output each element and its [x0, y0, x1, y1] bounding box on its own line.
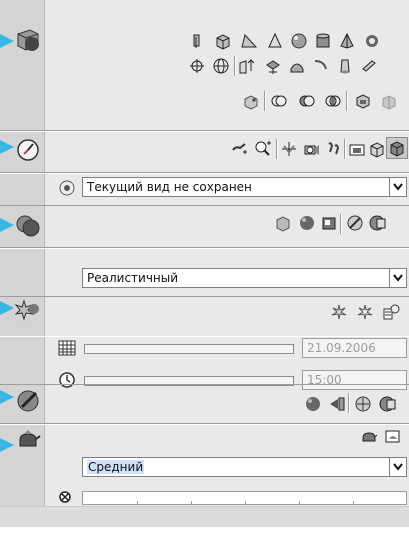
solidedit-icon[interactable]	[380, 92, 398, 110]
realistic-style-icon[interactable]	[298, 214, 316, 232]
view-cube-shaded-icon	[390, 141, 404, 157]
toolbar-separator	[264, 91, 266, 111]
materials-panel-icon[interactable]	[14, 387, 42, 415]
render-panel-icon[interactable]	[14, 426, 42, 454]
dropdown-button[interactable]	[389, 269, 406, 287]
date-slider[interactable]	[84, 344, 294, 354]
visual-style-value: Реалистичный	[87, 271, 179, 285]
materials-manager-icon[interactable]	[378, 395, 396, 413]
panel-materials	[0, 385, 409, 425]
render-progress-ruler[interactable]	[82, 491, 407, 505]
chevron-down-icon	[393, 463, 403, 471]
light-list-icon[interactable]	[382, 303, 400, 321]
intersect-icon[interactable]	[324, 92, 342, 110]
panel-pointer	[0, 34, 14, 48]
lights-panel-icon[interactable]	[14, 297, 42, 325]
panel-pointer	[0, 218, 14, 232]
point-light-icon[interactable]	[356, 303, 374, 321]
toolbar-separator	[346, 91, 348, 111]
render-quality-highlight: Средний	[87, 460, 145, 474]
extrude-icon[interactable]	[188, 57, 206, 75]
render-quality-dropdown[interactable]: Средний	[82, 457, 407, 477]
union-icon[interactable]	[270, 92, 288, 110]
x-ray-icon[interactable]	[346, 214, 364, 232]
material-mapping-icon[interactable]	[354, 395, 372, 413]
palette-bottom-edge	[0, 506, 409, 527]
orbit-icon[interactable]	[280, 140, 298, 158]
view-cube-icon[interactable]	[368, 140, 386, 158]
3d-wireframe-style-icon[interactable]	[274, 214, 292, 232]
thicken-icon[interactable]	[360, 57, 378, 75]
subtract-icon[interactable]	[298, 92, 316, 110]
pan-icon[interactable]	[230, 140, 248, 158]
render-window-icon[interactable]	[384, 428, 402, 446]
panel-pointer	[0, 390, 14, 404]
interfere-icon[interactable]	[354, 92, 372, 110]
torus-icon[interactable]	[362, 32, 380, 50]
presspull-icon[interactable]	[238, 57, 256, 75]
panel-visual-styles	[0, 206, 409, 249]
panel-pointer	[0, 301, 14, 315]
pyramid-icon[interactable]	[338, 32, 356, 50]
toolbar-separator	[344, 139, 346, 159]
revolve-icon[interactable]	[212, 57, 230, 75]
toolbar-separator	[234, 56, 236, 76]
slice-icon[interactable]	[336, 57, 354, 75]
visual-style-manager-icon[interactable]	[368, 214, 386, 232]
polysolid-icon[interactable]	[188, 32, 206, 50]
panel-pointer	[0, 438, 14, 452]
visual-style-dropdown[interactable]: Реалистичный	[82, 268, 407, 288]
3d-navigation-panel-icon[interactable]	[14, 136, 42, 164]
toolbar-separator	[340, 214, 342, 234]
sun-light-icon[interactable]	[330, 303, 348, 321]
toolbar-separator	[276, 139, 278, 159]
cone-icon[interactable]	[266, 32, 284, 50]
camera-icon[interactable]	[302, 140, 320, 158]
render-quality-value: Средний	[87, 460, 145, 474]
zoom-icon[interactable]	[254, 140, 272, 158]
conceptual-style-icon[interactable]	[320, 214, 338, 232]
date-field[interactable]: 21.09.2006	[302, 338, 407, 358]
3d-make-panel-icon[interactable]	[14, 26, 42, 54]
calendar-icon	[58, 340, 76, 356]
panel-pointer	[0, 140, 14, 154]
render-region-icon[interactable]	[58, 490, 72, 504]
material-attach-icon[interactable]	[328, 395, 346, 413]
materials-sphere-icon[interactable]	[304, 395, 322, 413]
visual-styles-panel-icon[interactable]	[14, 212, 42, 240]
named-view-icon	[59, 180, 75, 196]
section-plane-icon[interactable]	[242, 92, 260, 110]
sweep-icon[interactable]	[264, 57, 282, 75]
wedge-icon[interactable]	[240, 32, 258, 50]
dropdown-button[interactable]	[389, 458, 406, 476]
named-view-value: Текущий вид не сохранен	[87, 180, 252, 194]
dropdown-button[interactable]	[389, 178, 406, 196]
panel-lights	[0, 297, 409, 337]
view-toggle-button[interactable]	[386, 137, 408, 159]
panel-3d-navigation	[0, 131, 409, 174]
panel-3d-make	[0, 0, 409, 132]
chevron-down-icon	[393, 274, 403, 282]
cylinder-icon[interactable]	[314, 32, 332, 50]
dashboard-palette: Текущий вид не сохранен Реалистичный 21.…	[0, 0, 409, 527]
helix-icon[interactable]	[312, 57, 330, 75]
chevron-down-icon	[393, 183, 403, 191]
box-icon[interactable]	[214, 32, 232, 50]
walk-icon[interactable]	[324, 140, 342, 158]
named-views-icon[interactable]	[348, 140, 366, 158]
sphere-icon[interactable]	[290, 32, 308, 50]
loft-icon[interactable]	[288, 57, 306, 75]
named-view-dropdown[interactable]: Текущий вид не сохранен	[82, 177, 407, 197]
render-teapot-icon[interactable]	[360, 428, 378, 446]
toolbar-separator	[348, 393, 350, 413]
